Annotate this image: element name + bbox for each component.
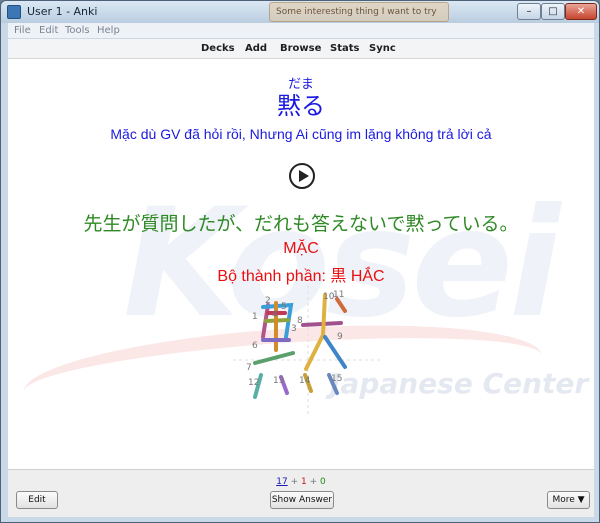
vietnamese-meaning: Mặc dù GV đã hỏi rồi, Nhưng Ai cũng im l… bbox=[110, 126, 492, 142]
vocab-word: 黙る bbox=[277, 92, 325, 120]
window-title: User 1 - Anki bbox=[27, 5, 98, 18]
background-window-tab[interactable]: Some interesting thing I want to try bbox=[269, 2, 449, 22]
stroke-number-11: 11 bbox=[333, 290, 344, 300]
stroke-number-9: 9 bbox=[337, 332, 343, 342]
minimize-button[interactable]: – bbox=[517, 3, 541, 20]
stroke-order-diagram: 1 2 3 4 5 6 7 8 9 10 11 12 13 14 15 bbox=[233, 285, 383, 415]
title-bar[interactable]: User 1 - Anki Some interesting thing I w… bbox=[1, 1, 599, 23]
stroke-number-8: 8 bbox=[297, 316, 303, 326]
toolbar-browse[interactable]: Browse bbox=[280, 43, 321, 54]
close-button[interactable]: ✕ bbox=[565, 3, 597, 20]
stroke-number-3: 3 bbox=[291, 324, 297, 334]
stroke-number-13: 13 bbox=[273, 376, 284, 386]
stroke-number-12: 12 bbox=[248, 378, 259, 388]
review-count: 0 bbox=[320, 477, 326, 487]
toolbar-sync[interactable]: Sync bbox=[369, 43, 396, 54]
stroke-number-7: 7 bbox=[246, 363, 252, 373]
example-sentence: 先生が質問したが、だれも答えないで黙っている。 bbox=[83, 213, 519, 235]
menu-edit[interactable]: Edit bbox=[39, 25, 58, 36]
stroke-number-15: 15 bbox=[331, 374, 342, 384]
menu-bar: File Edit Tools Help bbox=[8, 23, 594, 39]
menu-file[interactable]: File bbox=[14, 25, 31, 36]
stroke-number-14: 14 bbox=[299, 376, 311, 386]
count-separator: + bbox=[290, 477, 299, 487]
new-count[interactable]: 17 bbox=[276, 477, 287, 487]
kanji-components: Bộ thành phần: 黒 HẮC bbox=[217, 268, 385, 285]
due-counts: 17 + 1 + 0 bbox=[8, 477, 594, 487]
menu-help[interactable]: Help bbox=[97, 25, 120, 36]
stroke-number-2: 2 bbox=[265, 296, 271, 306]
stroke-11 bbox=[335, 297, 347, 313]
stroke-7 bbox=[253, 351, 295, 365]
anki-app-icon bbox=[7, 5, 21, 19]
main-toolbar: Decks Add Browse Stats Sync bbox=[8, 39, 594, 59]
more-button[interactable]: More ▼ bbox=[547, 491, 590, 509]
menu-tools[interactable]: Tools bbox=[65, 25, 90, 36]
review-bottom-bar: 17 + 1 + 0 Edit Show Answer More ▼ bbox=[8, 469, 594, 517]
stroke-number-5: 5 bbox=[281, 302, 287, 312]
play-audio-button[interactable] bbox=[289, 163, 315, 189]
han-viet-reading: MẶC bbox=[283, 240, 319, 257]
learning-count: 1 bbox=[300, 477, 307, 487]
anki-window: User 1 - Anki Some interesting thing I w… bbox=[0, 0, 600, 523]
stroke-number-4: 4 bbox=[272, 310, 278, 320]
show-answer-button[interactable]: Show Answer bbox=[270, 491, 334, 509]
card-content: Kosei Japanese Center だま 黙る Mặc dù GV đã… bbox=[8, 59, 594, 469]
edit-button[interactable]: Edit bbox=[16, 491, 58, 509]
stroke-number-6: 6 bbox=[252, 341, 258, 351]
toolbar-stats[interactable]: Stats bbox=[330, 43, 359, 54]
stroke-number-1: 1 bbox=[252, 312, 258, 322]
stroke-9 bbox=[304, 293, 327, 371]
count-separator: + bbox=[309, 477, 318, 487]
toolbar-decks[interactable]: Decks bbox=[201, 43, 235, 54]
maximize-button[interactable]: □ bbox=[541, 3, 565, 20]
toolbar-add[interactable]: Add bbox=[245, 43, 267, 54]
